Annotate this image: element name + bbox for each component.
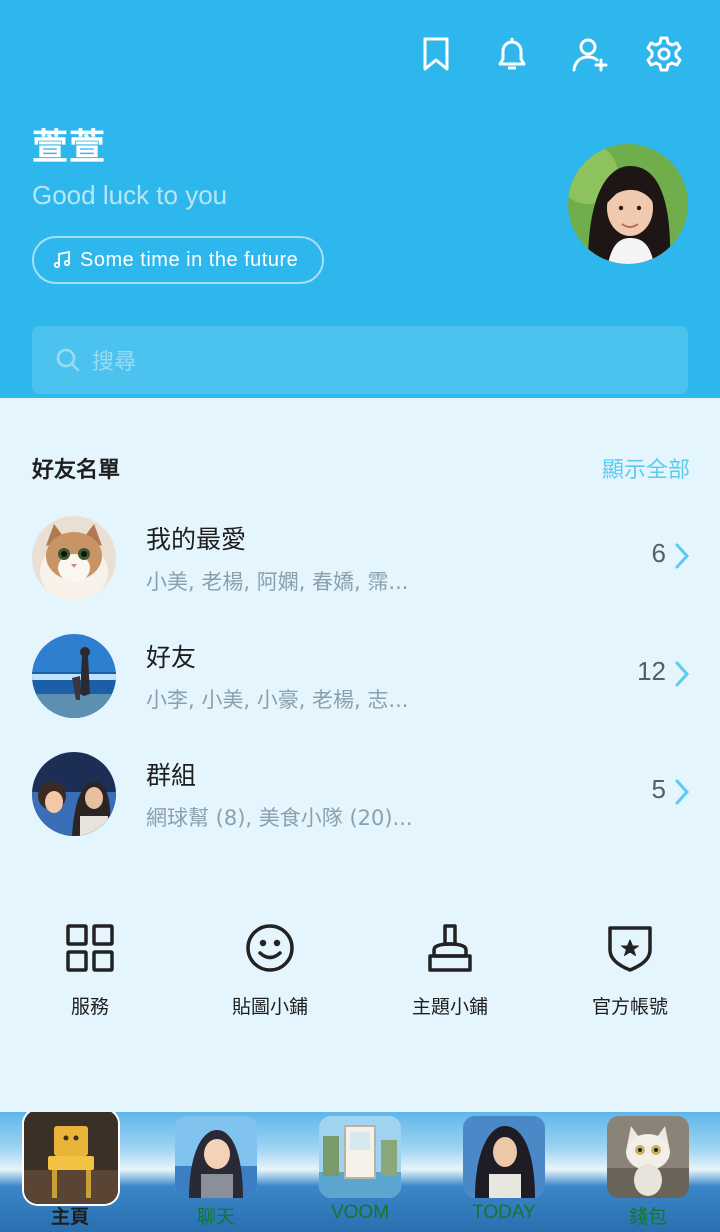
search-placeholder: 搜尋 bbox=[92, 350, 137, 375]
nav-chat-label: 聊天 bbox=[196, 1207, 235, 1228]
group-count: 6 bbox=[651, 538, 666, 568]
voom-tab-image bbox=[319, 1116, 401, 1198]
profile-music-button[interactable]: Some time in the future bbox=[32, 236, 325, 284]
group-title: 群組 bbox=[146, 761, 197, 790]
bell-icon[interactable] bbox=[490, 32, 534, 76]
group-title: 好友 bbox=[146, 643, 197, 672]
groups-thumbnail bbox=[32, 752, 116, 836]
theme-shop-button[interactable]: 主題小鋪 bbox=[370, 920, 530, 1030]
profile-avatar[interactable] bbox=[568, 144, 688, 264]
nav-home-label: 主頁 bbox=[50, 1207, 89, 1228]
group-count: 12 bbox=[637, 656, 666, 686]
search-input[interactable]: 搜尋 bbox=[32, 326, 688, 394]
grid-icon bbox=[66, 924, 114, 972]
nav-voom[interactable]: VOOM bbox=[310, 1112, 410, 1232]
nav-today-label: TODAY bbox=[472, 1202, 536, 1223]
nav-wallet[interactable]: 錢包 bbox=[598, 1112, 698, 1232]
friends-thumbnail bbox=[32, 634, 116, 718]
favorites-thumbnail bbox=[32, 516, 116, 600]
chevron-right-icon bbox=[675, 779, 690, 805]
friend-group-groups[interactable]: 群組 網球幫 (8), 美食小隊 (20)... 5 bbox=[0, 752, 720, 848]
friend-group-favorites[interactable]: 我的最愛 小美, 老楊, 阿嫻, 春嬌, 霈... 6 bbox=[0, 516, 720, 612]
friend-group-friends[interactable]: 好友 小李, 小美, 小豪, 老楊, 志... 12 bbox=[0, 634, 720, 730]
profile-name[interactable]: 萱萱 bbox=[32, 118, 106, 170]
nav-today[interactable]: TODAY bbox=[454, 1112, 554, 1232]
music-note-icon bbox=[53, 250, 71, 269]
official-accounts-button[interactable]: 官方帳號 bbox=[550, 920, 710, 1030]
group-members: 小李, 小美, 小豪, 老楊, 志... bbox=[146, 688, 409, 712]
group-count: 5 bbox=[651, 774, 666, 804]
chat-tab-image bbox=[175, 1116, 257, 1198]
sticker-shop-label: 貼圖小鋪 bbox=[231, 996, 308, 1018]
today-tab-image bbox=[463, 1116, 545, 1198]
shield-star-icon bbox=[608, 926, 652, 972]
brush-icon bbox=[428, 924, 472, 972]
official-accounts-label: 官方帳號 bbox=[591, 996, 668, 1018]
status-message[interactable]: Good luck to you bbox=[32, 180, 227, 211]
home-tab-image bbox=[24, 1112, 118, 1204]
group-members: 小美, 老楊, 阿嫻, 春嬌, 霈... bbox=[146, 570, 409, 594]
nav-chat[interactable]: 聊天 bbox=[166, 1112, 266, 1232]
bottom-navigation: 主頁 聊天 VOOM TODAY 錢包 bbox=[0, 1112, 720, 1232]
sticker-shop-button[interactable]: 貼圖小鋪 bbox=[190, 920, 350, 1030]
smiley-icon bbox=[246, 924, 294, 972]
chevron-right-icon bbox=[675, 661, 690, 687]
friends-list-title: 好友名單 bbox=[32, 458, 121, 483]
theme-shop-label: 主題小鋪 bbox=[411, 996, 488, 1018]
gear-icon[interactable] bbox=[642, 32, 686, 76]
music-title: Some time in the future bbox=[80, 248, 299, 271]
wallet-tab-image bbox=[607, 1116, 689, 1198]
services-label: 服務 bbox=[70, 996, 109, 1018]
bookmark-icon[interactable] bbox=[414, 32, 458, 76]
search-icon bbox=[56, 348, 80, 372]
nav-wallet-label: 錢包 bbox=[628, 1207, 667, 1228]
group-title: 我的最愛 bbox=[146, 525, 247, 554]
add-friend-icon[interactable] bbox=[568, 32, 612, 76]
profile-header: 萱萱 Good luck to you Some time in the fut… bbox=[0, 0, 720, 398]
services-button[interactable]: 服務 bbox=[10, 920, 170, 1030]
nav-home[interactable]: 主頁 bbox=[20, 1112, 120, 1232]
chevron-right-icon bbox=[675, 543, 690, 569]
show-all-link[interactable]: 顯示全部 bbox=[602, 452, 690, 484]
nav-voom-label: VOOM bbox=[330, 1202, 390, 1223]
group-members: 網球幫 (8), 美食小隊 (20)... bbox=[146, 806, 413, 830]
